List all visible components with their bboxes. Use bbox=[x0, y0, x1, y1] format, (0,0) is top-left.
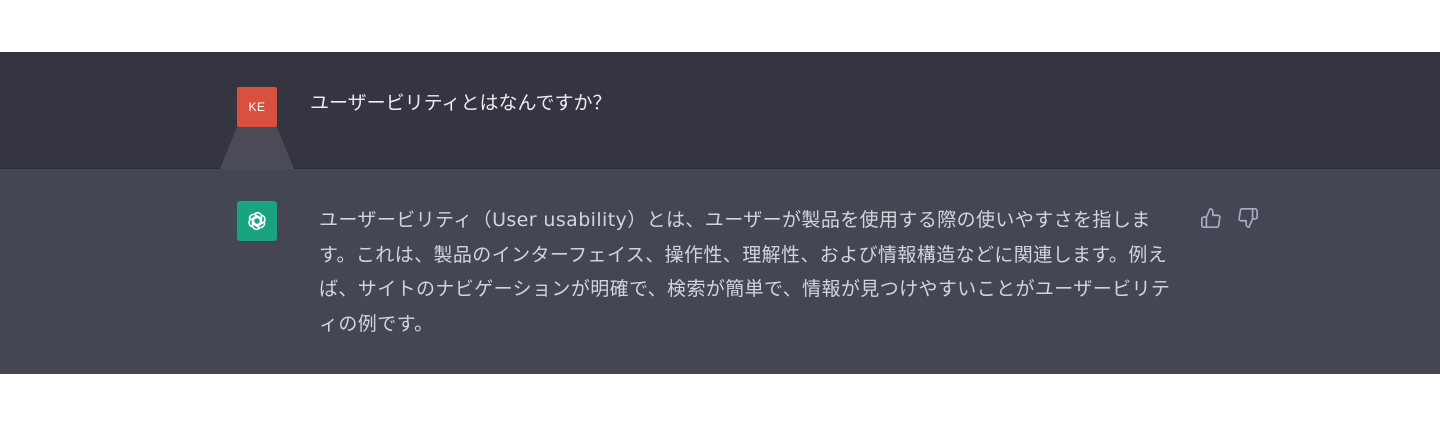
user-avatar: KE bbox=[237, 87, 277, 127]
thumbs-down-icon[interactable] bbox=[1236, 206, 1260, 230]
chat-page: KE ユーザービリティとはなんですか？ ユーザービリティ（User usabil… bbox=[0, 0, 1440, 426]
message-divider bbox=[0, 168, 1440, 169]
assistant-message-text: ユーザービリティ（User usability）とは、ユーザーが製品を使用する際… bbox=[319, 209, 1171, 335]
user-message-text: ユーザービリティとはなんですか？ bbox=[310, 92, 612, 114]
openai-logo-icon bbox=[237, 201, 277, 241]
thumbs-up-icon[interactable] bbox=[1199, 206, 1223, 230]
